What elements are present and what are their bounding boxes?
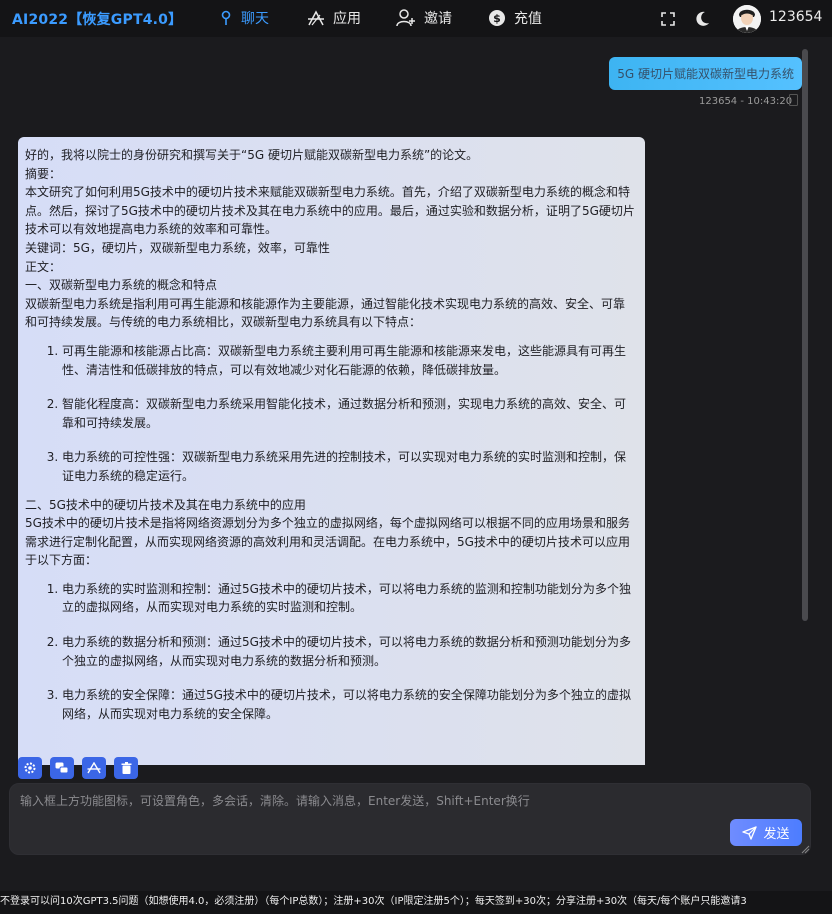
usage-notice: 不登录可以问10次GPT3.5问题（如想使用4.0，必须注册）（每个IP总数）；… xyxy=(0,891,832,914)
clear-chat-button[interactable] xyxy=(114,757,138,779)
nav-invite-label: 邀请 xyxy=(424,11,452,27)
abstract-text: 本文研究了如何利用5G技术中的硬切片技术来赋能双碳新型电力系统。首先，介绍了双碳… xyxy=(25,185,635,237)
trash-icon xyxy=(121,762,131,774)
user-message-bubble: 5G 硬切片赋能双碳新型电力系统 xyxy=(609,57,802,90)
assistant-intro: 好的，我将以院士的身份研究和撰写关于“5G 硬切片赋能双碳新型电力系统”的论文。 xyxy=(25,148,479,162)
abstract-label: 摘要： xyxy=(25,166,62,181)
invite-user-icon xyxy=(396,9,415,27)
send-icon xyxy=(742,825,758,840)
send-button[interactable]: 发送 xyxy=(730,819,802,846)
top-navbar: AI2022【恢复GPT4.0】 聊天 应用 邀请 $ 充值 123654 xyxy=(0,0,832,37)
keywords-text: 关键词：5G，硬切片，双碳新型电力系统，效率，可靠性 xyxy=(25,240,330,255)
avatar[interactable] xyxy=(733,5,761,33)
multi-chat-icon xyxy=(55,762,69,774)
section2-list: 电力系统的实时监测和控制：通过5G技术中的硬切片技术，可以将电力系统的监测和控制… xyxy=(25,580,635,724)
list-item: 电力系统的可控性强：双碳新型电力系统采用先进的控制技术，可以实现对电力系统的实时… xyxy=(62,448,635,485)
list-item: 智能化程度高：双碳新型电力系统采用智能化技术，通过数据分析和预测，实现电力系统的… xyxy=(62,395,635,432)
message-input-box[interactable] xyxy=(9,783,811,855)
nav-recharge-label: 充值 xyxy=(514,11,542,27)
section1-title: 一、双碳新型电力系统的概念和特点 xyxy=(25,278,218,293)
list-item: 电力系统的安全保障：通过5G技术中的硬切片技术，可以将电力系统的安全保障功能划分… xyxy=(62,686,635,723)
section1-list: 可再生能源和核能源占比高：双碳新型电力系统主要利用可再生能源和核能源来发电，这些… xyxy=(25,342,635,486)
nav-chat[interactable]: 聊天 xyxy=(219,8,269,28)
username[interactable]: 123654 xyxy=(769,9,822,25)
nav-invite[interactable]: 邀请 xyxy=(396,8,452,28)
user-message-meta: 123654 - 10:43:20 xyxy=(699,96,793,107)
svg-text:$: $ xyxy=(493,12,501,25)
brand-title[interactable]: AI2022【恢复GPT4.0】 xyxy=(12,9,182,29)
pin-icon xyxy=(221,10,231,25)
dark-mode-moon-icon[interactable] xyxy=(696,11,710,26)
list-item: 可再生能源和核能源占比高：双碳新型电力系统主要利用可再生能源和核能源来发电，这些… xyxy=(62,342,635,379)
section1-text: 双碳新型电力系统是指利用可再生能源和核能源作为主要能源，通过智能化技术实现电力系… xyxy=(25,296,626,330)
user-message-text: 5G 硬切片赋能双碳新型电力系统 xyxy=(617,67,794,81)
assistant-message-bubble: 好的，我将以院士的身份研究和撰写关于“5G 硬切片赋能双碳新型电力系统”的论文。… xyxy=(18,137,645,765)
chat-area[interactable]: 5G 硬切片赋能双碳新型电力系统 123654 - 10:43:20 好的，我将… xyxy=(0,37,832,765)
multi-chat-button[interactable] xyxy=(50,757,74,779)
settings-button[interactable] xyxy=(18,757,42,779)
resize-grip-icon[interactable] xyxy=(801,845,810,854)
section2-title: 二、5G技术中的硬切片技术及其在电力系统中的应用 xyxy=(25,497,306,512)
app-button[interactable] xyxy=(82,757,106,779)
dollar-icon: $ xyxy=(489,10,505,26)
list-item: 电力系统的实时监测和控制：通过5G技术中的硬切片技术，可以将电力系统的监测和控制… xyxy=(62,580,635,617)
nav-apps-label: 应用 xyxy=(333,11,361,27)
body-label: 正文： xyxy=(25,259,62,274)
nav-recharge[interactable]: $ 充值 xyxy=(488,8,542,28)
chat-tool-row xyxy=(18,757,138,779)
nav-apps[interactable]: 应用 xyxy=(307,8,361,28)
app-icon xyxy=(87,762,101,774)
copy-icon[interactable] xyxy=(789,94,798,106)
message-input[interactable] xyxy=(10,784,810,854)
list-item: 电力系统的数据分析和预测：通过5G技术中的硬切片技术，可以将电力系统的数据分析和… xyxy=(62,633,635,670)
app-icon xyxy=(308,10,324,26)
send-label: 发送 xyxy=(763,827,790,842)
fullscreen-icon[interactable] xyxy=(661,12,675,26)
chat-scrollbar[interactable] xyxy=(802,49,808,621)
user-avatar-icon xyxy=(733,5,761,33)
section2-text: 5G技术中的硬切片技术是指将网络资源划分为多个独立的虚拟网络，每个虚拟网络可以根… xyxy=(25,516,630,568)
nav-chat-label: 聊天 xyxy=(241,11,269,27)
settings-icon xyxy=(24,762,36,774)
